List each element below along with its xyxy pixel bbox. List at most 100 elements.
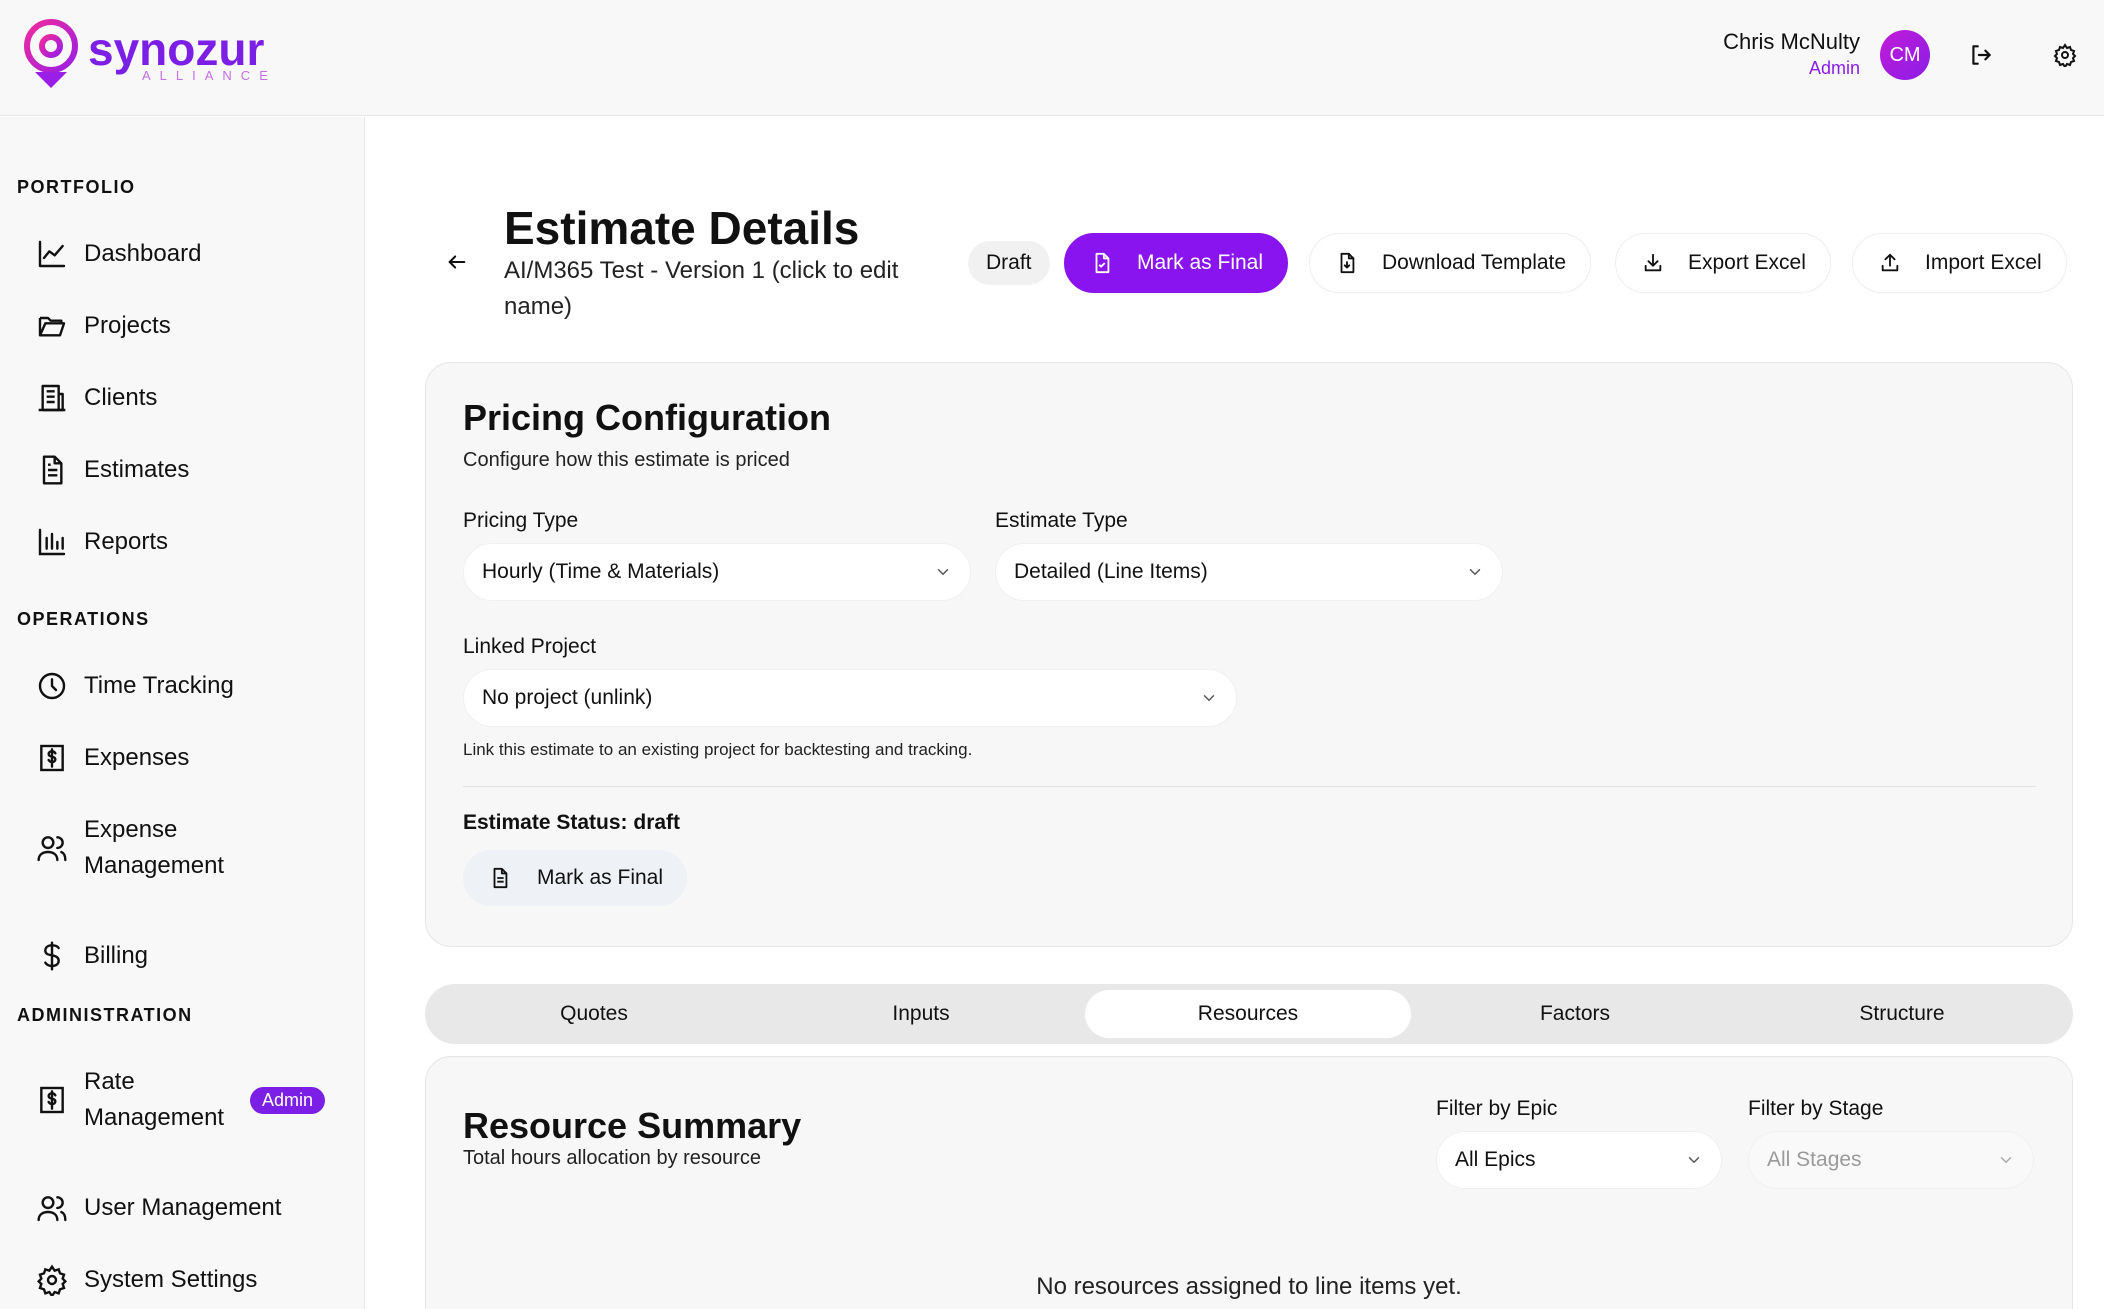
filter-epic-value: All Epics [1455,1148,1536,1171]
user-name: Chris McNulty [1723,29,1860,54]
chevron-down-icon [1200,689,1218,707]
mark-final-secondary-button[interactable]: Mark as Final [463,850,688,906]
section-title-operations: OPERATIONS [17,609,150,629]
resource-summary-description: Total hours allocation by resource [463,1147,761,1169]
tab-factors[interactable]: Factors [1412,990,1738,1038]
filter-stage-value: All Stages [1767,1148,1862,1171]
import-excel-button[interactable]: Import Excel [1852,233,2067,293]
pricing-type-select[interactable]: Hourly (Time & Materials) [463,543,971,601]
pricing-configuration-card: Pricing Configuration Configure how this… [425,362,2073,947]
sidebar-item-label: Time Tracking [84,672,234,699]
estimate-type-label: Estimate Type [995,509,1128,532]
sidebar-item-label: Billing [84,942,149,969]
empty-state-message: No resources assigned to line items yet. [1036,1273,1462,1300]
divider [463,786,2036,787]
synozur-logo[interactable]: synozur ALLIANCE [22,18,277,92]
tab-inputs[interactable]: Inputs [758,990,1084,1038]
chevron-down-icon [1685,1151,1703,1169]
filter-epic-label: Filter by Epic [1436,1097,1558,1120]
tab-resources[interactable]: Resources [1085,990,1411,1038]
pricing-type-label: Pricing Type [463,509,579,532]
estimate-type-select[interactable]: Detailed (Line Items) [995,543,1503,601]
tab-structure[interactable]: Structure [1739,990,2065,1038]
sidebar-item-label: Clients [84,384,158,411]
download-icon [1640,250,1666,276]
linked-project-label: Linked Project [463,635,597,658]
document-icon [34,452,70,488]
logo-wordmark: synozur [88,23,265,75]
logout-icon[interactable] [1966,40,1996,70]
pricing-type-value: Hourly (Time & Materials) [482,560,720,583]
sidebar-item-billing[interactable]: Billing [34,938,148,974]
resource-summary-card: Resource Summary Total hours allocation … [425,1056,2073,1309]
linked-project-hint: Link this estimate to an existing projec… [463,740,973,759]
sidebar-item-clients[interactable]: Clients [34,380,157,416]
export-excel-button[interactable]: Export Excel [1615,233,1831,293]
mark-final-label: Mark as Final [1137,251,1264,274]
sidebar: PORTFOLIO Dashboard Projects Clients Est… [0,117,365,1309]
file-download-icon [1334,250,1360,276]
chart-line-icon [34,236,70,272]
back-arrow-icon[interactable] [442,247,472,277]
building-icon [34,380,70,416]
sidebar-item-system-settings[interactable]: System Settings [34,1262,257,1298]
sidebar-item-dashboard[interactable]: Dashboard [34,236,201,272]
clock-icon [34,668,70,704]
filter-stage-select[interactable]: All Stages [1748,1131,2034,1189]
gear-icon [34,1262,70,1298]
import-excel-label: Import Excel [1925,251,2042,274]
sidebar-item-rate-management[interactable]: Rate Management [34,1064,224,1136]
chevron-down-icon [1997,1151,2015,1169]
sidebar-item-label: System Settings [84,1266,258,1293]
main-content: Estimate Details AI/M365 Test - Version … [366,117,2104,1309]
pricing-card-title: Pricing Configuration [463,397,831,438]
sidebar-item-label: Dashboard [84,240,202,267]
download-template-button[interactable]: Download Template [1309,233,1592,293]
estimate-status-label: Estimate Status: draft [463,811,681,834]
gear-icon[interactable] [2050,40,2080,70]
sidebar-item-label: Estimates [84,456,190,483]
sidebar-item-user-management[interactable]: User Management [34,1190,281,1226]
sidebar-item-label: Expense [84,816,178,843]
filter-epic-select[interactable]: All Epics [1436,1131,1722,1189]
document-icon [487,865,513,891]
linked-project-value: No project (unlink) [482,686,653,709]
sidebar-item-estimates[interactable]: Estimates [34,452,189,488]
sidebar-item-projects[interactable]: Projects [34,308,171,344]
sidebar-item-reports[interactable]: Reports [34,524,168,560]
pricing-card-description: Configure how this estimate is priced [463,449,790,471]
tab-quotes[interactable]: Quotes [431,990,757,1038]
estimate-name-editable[interactable]: AI/M365 Test - Version 1 (click to edit … [504,253,944,325]
upload-icon [1877,250,1903,276]
estimate-tabs: Quotes Inputs Resources Factors Structur… [425,984,2073,1044]
bar-chart-icon [34,524,70,560]
avatar[interactable]: CM [1880,30,1930,80]
sidebar-item-label: User Management [84,1194,282,1221]
receipt-dollar-icon [34,1082,70,1118]
dollar-icon [34,938,70,974]
sidebar-item-expenses[interactable]: Expenses [34,740,189,776]
top-header: synozur ALLIANCE Chris McNulty Admin CM [0,0,2104,116]
estimate-type-value: Detailed (Line Items) [1014,560,1208,583]
section-title-administration: ADMINISTRATION [17,1005,193,1025]
sidebar-item-label: Rate [84,1068,135,1095]
resource-summary-title: Resource Summary [463,1105,802,1146]
users-icon [34,1190,70,1226]
sidebar-item-label: Management [84,1104,225,1131]
receipt-dollar-icon [34,740,70,776]
status-badge: Draft [968,241,1050,285]
mark-final-button[interactable]: Mark as Final [1064,233,1289,293]
users-icon [34,830,70,866]
page-title: Estimate Details [504,202,860,254]
chevron-down-icon [934,563,952,581]
admin-badge: Admin [250,1087,326,1114]
sidebar-item-label: Projects [84,312,171,339]
sidebar-item-label: Management [84,852,225,879]
sidebar-item-expense-management[interactable]: Expense Management [34,812,224,884]
logo-subtitle: ALLIANCE [142,68,277,83]
sidebar-item-time-tracking[interactable]: Time Tracking [34,668,234,704]
filter-stage-label: Filter by Stage [1748,1097,1884,1120]
download-template-label: Download Template [1382,251,1567,274]
sidebar-item-label: Expenses [84,744,190,771]
linked-project-select[interactable]: No project (unlink) [463,669,1237,727]
